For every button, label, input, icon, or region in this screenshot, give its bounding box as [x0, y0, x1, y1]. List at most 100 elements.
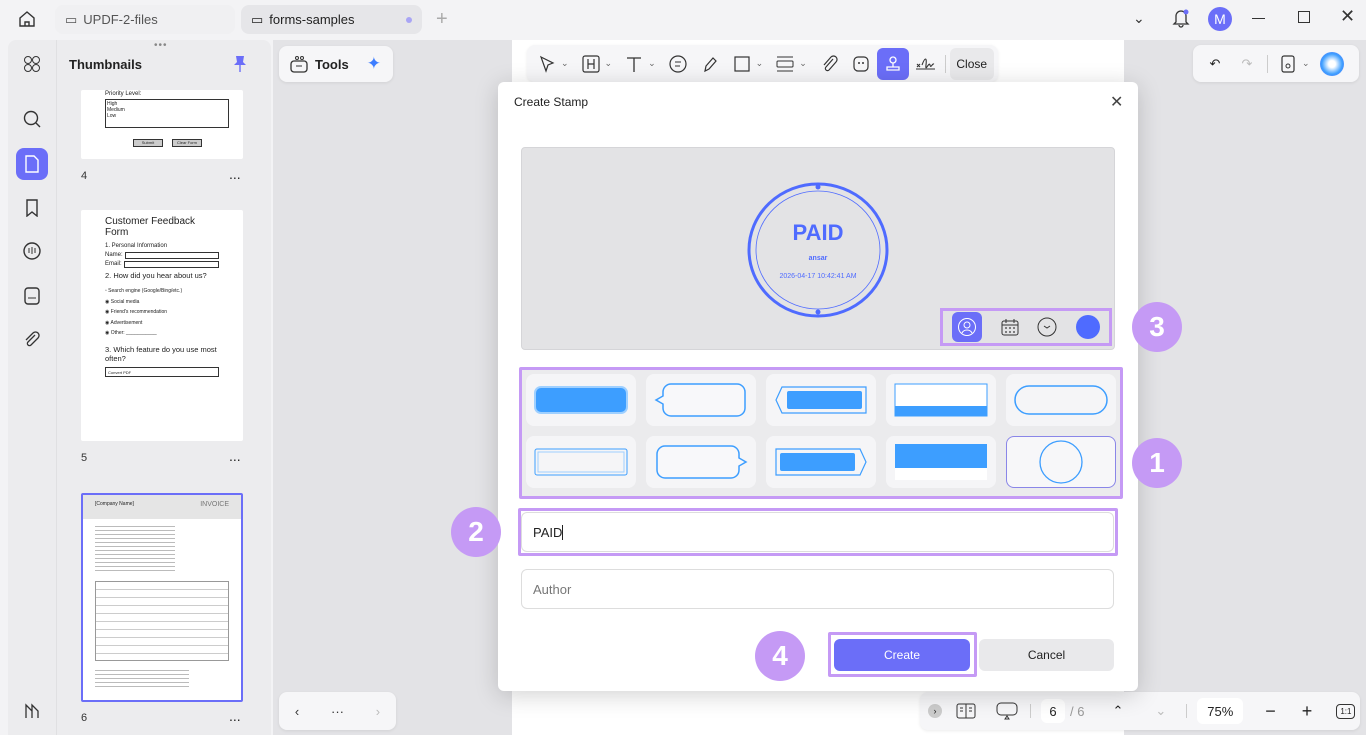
comment-tool-icon[interactable]: [662, 48, 694, 80]
sticker-tool-icon[interactable]: [845, 48, 877, 80]
comment-icon: ▭: [65, 11, 78, 27]
page-scroll-nav: ‹ ··· ›: [279, 692, 396, 730]
pin-icon[interactable]: [233, 55, 247, 73]
ai-assistant-icon[interactable]: [1316, 48, 1348, 80]
chevron-down-icon[interactable]: ⌄: [648, 58, 656, 69]
tab-updf-2-files[interactable]: ▭ UPDF-2-files: [55, 5, 235, 34]
chevron-down-icon[interactable]: ⌄: [1133, 10, 1145, 27]
comment-icon[interactable]: [16, 235, 48, 267]
thumbnails-panel: ••• Thumbnails Priority Level: High Mediu…: [56, 40, 271, 735]
right-toolbar: ↶ ↷ ⌄: [1193, 45, 1359, 82]
stamp-preview-shape: [747, 182, 889, 318]
highlight-tool-icon[interactable]: [575, 48, 607, 80]
actual-size-button[interactable]: 1:1: [1336, 703, 1356, 719]
bell-icon[interactable]: [1172, 8, 1190, 28]
save-icon[interactable]: [1272, 48, 1304, 80]
calendar-icon[interactable]: [1001, 318, 1019, 336]
new-tab-button[interactable]: +: [436, 8, 448, 31]
shape-tool-icon[interactable]: [726, 48, 758, 80]
step-badge-2: 2: [451, 507, 501, 557]
stamp-style-1[interactable]: [526, 374, 636, 426]
listbox: High Medium Low: [105, 99, 229, 128]
chevron-up-icon[interactable]: ⌃: [1112, 703, 1123, 719]
stamp-style-4[interactable]: [886, 374, 996, 426]
chevron-down-icon[interactable]: ⌄: [756, 58, 764, 69]
color-swatch[interactable]: [1075, 315, 1100, 339]
chevron-down-icon[interactable]: ⌄: [1302, 58, 1310, 69]
close-toolbar-button[interactable]: Close: [949, 47, 994, 80]
layers-icon[interactable]: [16, 695, 48, 727]
clock-icon[interactable]: [1037, 317, 1057, 337]
zoom-out-button[interactable]: −: [1265, 701, 1276, 722]
minimize-icon[interactable]: [1252, 18, 1265, 19]
signature-tool-icon[interactable]: [909, 48, 941, 80]
home-icon[interactable]: [17, 9, 37, 29]
attachment-tool-icon[interactable]: [813, 48, 845, 80]
undo-icon[interactable]: ↶: [1199, 48, 1231, 80]
paperclip-icon[interactable]: [16, 324, 48, 356]
search-icon[interactable]: [16, 103, 48, 135]
chevron-left-icon[interactable]: ‹: [295, 704, 299, 719]
restore-icon[interactable]: [1298, 11, 1310, 23]
more-options-button[interactable]: ...: [229, 448, 241, 464]
zoom-level[interactable]: 75%: [1197, 698, 1244, 724]
thumbnails-icon[interactable]: [16, 148, 48, 180]
redo-icon[interactable]: ↷: [1231, 48, 1263, 80]
chevron-down-icon[interactable]: ⌄: [799, 58, 807, 69]
pencil-tool-icon[interactable]: [694, 48, 726, 80]
thumbnail-page-5[interactable]: Customer Feedback Form 1. Personal Infor…: [81, 210, 243, 441]
annotation-toolbar: ⌄ ⌄ ⌄ ⌄ ⌄ Close: [527, 45, 998, 82]
page-navigator: › 6 / 6 ⌃ ⌄ 75% − + 1:1: [920, 692, 1360, 730]
bookmark-icon[interactable]: [16, 192, 48, 224]
toolbox-icon: [289, 55, 309, 73]
tab-forms-samples[interactable]: ▭ forms-samples: [241, 5, 422, 34]
text-tool-icon[interactable]: [618, 48, 650, 80]
stamp-styles-grid: [519, 367, 1123, 499]
stamp-style-10-selected[interactable]: [1006, 436, 1116, 488]
page-layout-icon[interactable]: [956, 703, 976, 719]
close-window-icon[interactable]: ✕: [1340, 6, 1355, 27]
page-number-input[interactable]: 6: [1041, 699, 1065, 723]
stamp-style-8[interactable]: [766, 436, 876, 488]
chevron-down-icon[interactable]: ⌄: [1155, 703, 1166, 719]
zoom-in-button[interactable]: +: [1302, 701, 1313, 722]
drag-handle[interactable]: •••: [154, 40, 168, 51]
left-rail: [8, 40, 56, 735]
chevron-down-icon[interactable]: ⌄: [605, 58, 613, 69]
attachments-list-icon[interactable]: [16, 280, 48, 312]
stamp-style-3[interactable]: [766, 374, 876, 426]
user-icon[interactable]: [952, 312, 983, 342]
stamp-style-9[interactable]: [886, 436, 996, 488]
more-icon[interactable]: ···: [331, 704, 344, 719]
step-badge-3: 3: [1132, 302, 1182, 352]
cancel-button[interactable]: Cancel: [979, 639, 1114, 671]
create-stamp-dialog: Create Stamp ✕ PAID ansar 2026-04-17 10:…: [451, 82, 1182, 691]
step-badge-1: 1: [1132, 438, 1182, 488]
more-options-button[interactable]: ...: [229, 708, 241, 724]
tools-button[interactable]: Tools ✦: [279, 46, 393, 82]
stamp-style-7[interactable]: [646, 436, 756, 488]
chevron-right-icon[interactable]: ›: [376, 704, 380, 719]
thumbnail-page-6[interactable]: [Company Name] INVOICE: [81, 493, 243, 702]
apps-icon[interactable]: [16, 48, 48, 80]
stamp-author: ansar: [808, 255, 828, 262]
ai-sparkle-icon[interactable]: ✦: [367, 54, 381, 74]
more-options-button[interactable]: ...: [229, 166, 241, 182]
collapse-icon[interactable]: ›: [928, 704, 942, 718]
stamp-style-5[interactable]: [1006, 374, 1116, 426]
presentation-icon[interactable]: [996, 702, 1018, 720]
select-tool-icon[interactable]: [531, 48, 563, 80]
avatar[interactable]: M: [1208, 7, 1232, 31]
stamp-style-2[interactable]: [646, 374, 756, 426]
stamp-text-input[interactable]: PAID: [521, 512, 1114, 552]
thumbnail-page-4[interactable]: Priority Level: High Medium Low Submit Cle…: [81, 90, 243, 159]
comment-icon: ▭: [251, 11, 264, 27]
author-input[interactable]: Author: [521, 569, 1114, 609]
stamp-tool-icon[interactable]: [876, 47, 909, 80]
stamp-options: [940, 308, 1112, 346]
chevron-down-icon[interactable]: ⌄: [561, 58, 569, 69]
create-button[interactable]: Create: [834, 639, 970, 671]
stamp-style-6[interactable]: [526, 436, 636, 488]
close-icon[interactable]: ✕: [1110, 92, 1123, 112]
measure-tool-icon[interactable]: [769, 48, 801, 80]
